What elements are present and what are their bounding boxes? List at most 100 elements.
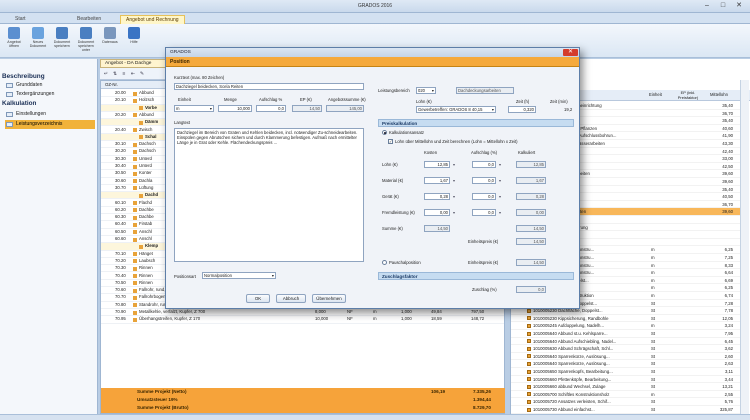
nav-item-leistungsverzeichnis[interactable]: Leistungsverzeichnis (5, 120, 95, 129)
lohn-select[interactable]: Gewerbetreffen: GRADOS 8 40,15 ▾ (416, 106, 496, 113)
row-oz: 20.40 (115, 126, 126, 132)
kosten-field[interactable]: 1,67 (424, 177, 450, 184)
langtext-area[interactable]: Dachziegel im Bereich von Graten und Keh… (174, 128, 364, 262)
row-oz: 70.90 (115, 309, 126, 314)
kosten-field[interactable]: 0,00 (424, 209, 450, 216)
catalog-row[interactable]: 1010005720 Ansatzes verleisten, Schif...… (511, 398, 741, 406)
kosten-field[interactable]: 12,85 (424, 161, 450, 168)
spin-arrows-icon[interactable]: ▾ (499, 194, 501, 199)
save-as-icon (80, 27, 92, 39)
nav-item-textergaenzungen[interactable]: Textergänzungen (5, 90, 95, 99)
lohn-berechnen-checkbox[interactable]: ✓ (388, 139, 393, 144)
pauschalposition-label: Pauschalposition (389, 260, 421, 265)
cancel-button[interactable]: Abbruch (276, 294, 306, 303)
spin-arrows-icon[interactable]: ▾ (499, 162, 501, 167)
tools-icon[interactable]: ✎ (139, 71, 145, 77)
catalog-row-unit: St (651, 361, 656, 367)
indent-icon[interactable]: ≡ (121, 71, 127, 77)
pauschalposition-radio[interactable] (382, 260, 387, 265)
catalog-row-unit: St (651, 315, 656, 321)
catalog-row[interactable]: 1010005245 Aufdoppelung, Nadelh... m 3,24 (511, 322, 741, 330)
ribbon-button-help[interactable]: Hilfe (123, 27, 145, 57)
spin-arrows-icon[interactable]: ▾ (453, 162, 455, 167)
aufschlag-prozent-field[interactable]: 0,0 (472, 193, 496, 200)
ribbon-button-export[interactable]: Datenaus (99, 27, 121, 57)
catalog-row[interactable]: 1010005640 Abbund Aufschiebling, Nadel..… (511, 338, 741, 346)
spin-arrows-icon[interactable]: ▾ (499, 178, 501, 183)
table-row[interactable]: 70.95 Überhangstreifen, Kupfer, Z 170 10,0… (101, 316, 504, 324)
insert-row-icon[interactable]: ↵ (103, 71, 109, 77)
catalog-row[interactable]: 1010005700 Schiftles Konstruktionsholz m 2… (511, 391, 741, 399)
folder-icon (527, 407, 531, 412)
catalog-row-text: 1010005660 abbund Wechsel, Zulage (533, 384, 606, 390)
window-title-bar: GRADOS 2016 – □ ✕ (0, 0, 750, 13)
ribbon-button-save[interactable]: Dokument speichern (51, 27, 73, 57)
preiskalkulation-section: Preiskalkulation (378, 119, 574, 127)
catalog-scrollbar[interactable] (740, 80, 749, 414)
close-window-button[interactable]: ✕ (732, 1, 746, 11)
ok-button[interactable]: OK (246, 294, 270, 303)
dialog-close-button[interactable]: ✕ (563, 49, 578, 56)
kalkuliert-field: 0,00 (516, 209, 546, 216)
catalog-row[interactable]: 1010005230 Kippsicherung, Randbohle St 12,… (511, 315, 741, 323)
catalog-row-text: 1010005700 Schiftles Konstruktionsholz (533, 391, 610, 397)
maximize-button[interactable]: □ (716, 1, 730, 11)
nav-item-grunddaten[interactable]: Grunddaten (5, 81, 95, 90)
sort-icon[interactable]: ⇅ (112, 71, 118, 77)
spin-arrows-icon[interactable]: ▾ (453, 194, 455, 199)
catalog-row-mittellohn: 2,63 (724, 361, 733, 367)
menge-field[interactable]: 10,000 (218, 105, 252, 112)
aufschlag-prozent-field[interactable]: 0,0 (472, 209, 496, 216)
catalog-row[interactable]: 1010005630 Abbund Schrägschaft, Schl... S… (511, 345, 741, 353)
catalog-row[interactable]: 1010005730 Abbund einfachst... St 325,87 (511, 406, 741, 414)
row-oz: 20.10 (115, 97, 126, 103)
catalog-row[interactable]: 1010005660 Pfettenköpfe, Bearbeitung... S… (511, 376, 741, 384)
catalog-row-text: 1010005720 Ansatzes verleisten, Schif... (533, 399, 611, 405)
catalog-row-text: 1010005230 Kippsicherung, Randbohle (533, 315, 609, 321)
position-icon (133, 142, 137, 147)
aufschlag-prozent-field[interactable]: 0,0 (472, 177, 496, 184)
catalog-row[interactable]: 1010005640 Sparrenkürze, Auslösung... St 2… (511, 360, 741, 368)
table-row[interactable]: 70.90 Metallkehle, verfalzt, Kupfer, Z 70… (101, 309, 504, 317)
kalkulationsansatz-radio[interactable] (382, 130, 387, 135)
catalog-row[interactable]: 1010005640 Abbund st.u. Kehlsparre... St 7… (511, 330, 741, 338)
row-oz: 70.30 (115, 265, 126, 271)
tab-angebot-und-rechnung[interactable]: Angebot und Rechnung (120, 15, 185, 24)
outdent-icon[interactable]: ⇤ (130, 71, 136, 77)
row-text: Rinnen (139, 279, 153, 285)
row-text: Abbund (139, 111, 154, 117)
aufschlag-field[interactable]: 0,0 (256, 105, 286, 112)
nav-item-einstellungen[interactable]: Einstellungen (5, 110, 95, 119)
kosten-field[interactable]: 0,28 (424, 193, 450, 200)
ribbon-button-save-as[interactable]: Dokument speichern unter (75, 27, 97, 57)
position-icon (133, 157, 137, 162)
ribbon-button-new-doc[interactable]: Neues Dokument (27, 27, 49, 57)
minimize-button[interactable]: – (700, 1, 714, 11)
tab-bearbeiten[interactable]: Bearbeiten (72, 15, 106, 24)
catalog-row-mittellohn: 3,44 (724, 376, 733, 382)
ep-label: EP (€) (300, 97, 312, 102)
catalog-row-mittellohn: 33,00 (722, 156, 733, 162)
spin-arrows-icon[interactable]: ▾ (453, 210, 455, 215)
row-oz: 70.80 (115, 301, 126, 307)
row-menge: 10,000 (315, 316, 329, 322)
column-kosten: Kosten (424, 150, 438, 155)
catalog-row[interactable]: 1010005650 Sparrenkopfs, Bearbeitung... S… (511, 368, 741, 376)
spin-arrows-icon[interactable]: ▾ (499, 210, 501, 215)
catalog-row-mittellohn: 7,78 (724, 308, 733, 314)
aufschlag-prozent-field[interactable]: 0,0 (472, 161, 496, 168)
catalog-row[interactable]: 1010005640 Sparrenkürze, Auslösung... St 2… (511, 353, 741, 361)
einheit-select[interactable]: m ▾ (174, 105, 214, 112)
tab-start[interactable]: Start (10, 15, 31, 24)
leistung-select[interactable]: 020 ▾ (416, 87, 436, 94)
kurztext-field[interactable]: Dachziegel beidecken, Scela Reiten (174, 83, 364, 90)
spin-arrows-icon[interactable]: ▾ (453, 178, 455, 183)
catalog-row[interactable]: 1010005660 abbund Wechsel, Zulage St 13,21 (511, 383, 741, 391)
catalog-row-unit: m (651, 270, 655, 276)
ribbon-button-open[interactable]: Angebot öffnen (3, 27, 25, 57)
row-oz: 30.10 (115, 141, 126, 147)
zeit-field[interactable]: 0,320 (508, 106, 536, 113)
positionsart-select[interactable]: Normalposition ▾ (202, 272, 276, 279)
folder-icon (527, 331, 531, 336)
apply-button[interactable]: Übernehmen (312, 294, 346, 303)
